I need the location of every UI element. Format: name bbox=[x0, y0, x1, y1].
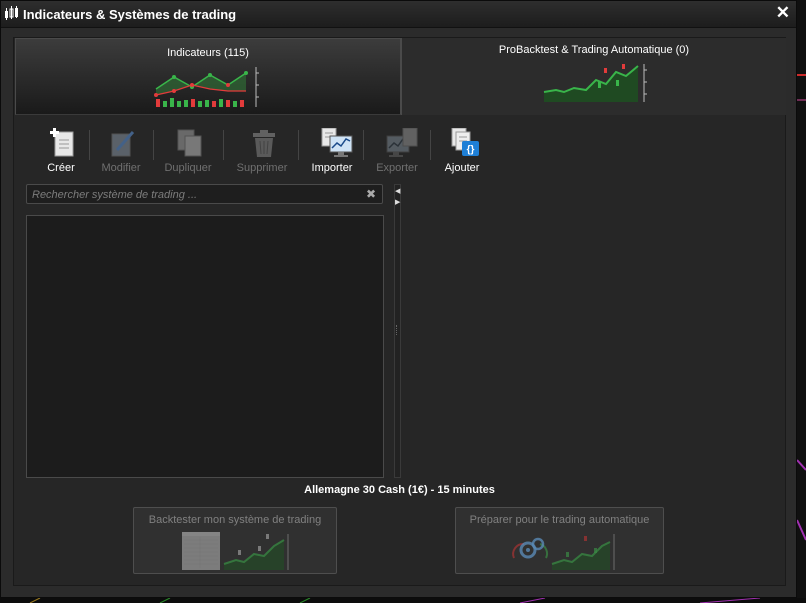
toolbar-separator bbox=[298, 130, 299, 160]
indicators-trading-systems-window: Indicateurs & Systèmes de trading ✕ Indi… bbox=[0, 0, 797, 598]
backtest-report-icon bbox=[182, 532, 289, 570]
export-icon bbox=[385, 127, 419, 163]
candlestick-icon bbox=[4, 6, 20, 25]
search-input[interactable] bbox=[30, 186, 364, 204]
duplicate-icon bbox=[176, 128, 204, 163]
modify-label: Modifier bbox=[101, 162, 141, 174]
svg-text:{}: {} bbox=[467, 145, 475, 156]
modify-button[interactable]: Modifier bbox=[90, 128, 152, 178]
backtest-button[interactable]: Backtester mon système de trading bbox=[133, 507, 337, 574]
create-label: Créer bbox=[47, 162, 75, 174]
add-code-icon: {} bbox=[450, 127, 480, 163]
splitter-grip[interactable] bbox=[396, 325, 400, 335]
tab-indicators-label: Indicateurs (115) bbox=[167, 47, 249, 59]
clear-search-icon[interactable]: ✖ bbox=[366, 187, 376, 201]
backtest-chart-icon bbox=[543, 64, 647, 102]
expand-right-icon[interactable]: ▶ bbox=[395, 199, 400, 207]
new-document-icon bbox=[49, 128, 77, 163]
delete-label: Supprimer bbox=[236, 162, 288, 174]
market-label: Allemagne 30 Cash (1€) - 15 minutes bbox=[304, 484, 495, 496]
toolbar-separator bbox=[363, 130, 364, 160]
duplicate-button[interactable]: Dupliquer bbox=[157, 128, 219, 178]
trading-systems-list[interactable] bbox=[26, 215, 384, 478]
import-button[interactable]: Importer bbox=[301, 127, 363, 178]
add-label: Ajouter bbox=[444, 162, 480, 174]
trash-icon bbox=[250, 128, 278, 163]
close-icon[interactable]: ✕ bbox=[776, 3, 790, 23]
tab-probacktest[interactable]: ProBacktest & Trading Automatique (0) bbox=[401, 38, 786, 115]
import-label: Importer bbox=[311, 162, 353, 174]
add-button[interactable]: {} Ajouter bbox=[431, 127, 493, 178]
backtest-button-label: Backtester mon système de trading bbox=[148, 514, 322, 526]
collapse-left-icon[interactable]: ◀ bbox=[395, 188, 400, 196]
window-title: Indicateurs & Systèmes de trading bbox=[23, 7, 237, 22]
auto-trading-gears-icon bbox=[512, 534, 615, 570]
duplicate-label: Dupliquer bbox=[164, 162, 212, 174]
tab-indicators[interactable]: Indicateurs (115) bbox=[15, 38, 401, 115]
export-button[interactable]: Exporter bbox=[366, 127, 428, 178]
prepare-auto-trading-button[interactable]: Préparer pour le trading automatique bbox=[455, 507, 664, 574]
export-label: Exporter bbox=[376, 162, 418, 174]
import-icon bbox=[320, 127, 354, 163]
create-button[interactable]: Créer bbox=[30, 128, 92, 178]
title-bar[interactable]: Indicateurs & Systèmes de trading ✕ bbox=[1, 1, 796, 28]
search-box: ✖ bbox=[26, 184, 383, 204]
delete-button[interactable]: Supprimer bbox=[231, 128, 293, 178]
toolbar-separator bbox=[153, 130, 154, 160]
toolbar-separator bbox=[223, 130, 224, 160]
edit-icon bbox=[109, 128, 137, 163]
toolbar: Créer Modifier Dupliquer Supprimer Impor… bbox=[26, 127, 486, 178]
tab-probacktest-label: ProBacktest & Trading Automatique (0) bbox=[498, 44, 690, 56]
main-panel: Indicateurs (115) ProBacktest & Trading … bbox=[13, 37, 786, 586]
prepare-auto-trading-label: Préparer pour le trading automatique bbox=[469, 514, 650, 526]
panel-splitter[interactable]: ◀ ▶ bbox=[394, 184, 401, 478]
indicator-chart-icon bbox=[154, 67, 259, 107]
